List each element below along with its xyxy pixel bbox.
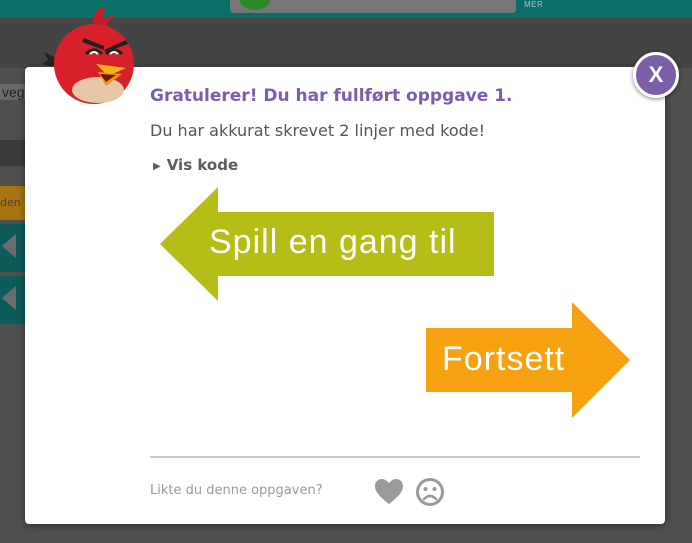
dialog-title: Gratulerer! Du har fullført oppgave 1. xyxy=(150,86,513,106)
heart-icon[interactable] xyxy=(374,478,404,505)
frown-face-icon[interactable] xyxy=(415,477,445,507)
background-search-pill xyxy=(230,0,516,13)
background-arrow-icon xyxy=(2,286,16,310)
background-instruction-text: veg xyxy=(0,84,27,100)
continue-button[interactable]: Fortsett xyxy=(426,302,630,418)
play-again-button[interactable]: Spill en gang til xyxy=(160,187,494,301)
show-code-toggle[interactable]: ▶ Vis kode xyxy=(153,156,238,174)
background-orange-text: den xyxy=(0,196,21,209)
dialog-subtitle: Du har akkurat skrevet 2 linjer med kode… xyxy=(150,121,486,140)
show-code-label: Vis kode xyxy=(166,156,239,174)
continue-label: Fortsett xyxy=(442,340,566,378)
red-bird-mascot-icon xyxy=(42,7,134,104)
dialog-divider xyxy=(150,456,640,458)
close-button[interactable]: X xyxy=(633,52,679,98)
feedback-prompt: Likte du denne oppgaven? xyxy=(150,483,323,498)
background-more-label: MER xyxy=(524,0,544,9)
background-arrow-icon xyxy=(2,234,16,258)
background-orange-block: den xyxy=(0,186,28,220)
triangle-right-icon: ▶ xyxy=(153,161,161,172)
play-again-label: Spill en gang til xyxy=(209,223,457,261)
background-code-block-2 xyxy=(0,276,28,324)
background-code-block-1 xyxy=(0,224,28,272)
